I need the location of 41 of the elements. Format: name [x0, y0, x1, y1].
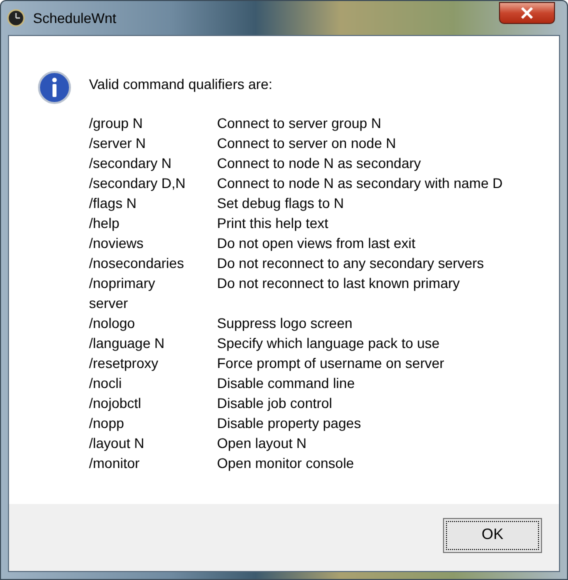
qualifier-description: Connect to node N as secondary [217, 154, 422, 173]
qualifier-text: /nojobctl [89, 394, 142, 413]
info-icon [38, 71, 71, 104]
qualifier-text: /group N [89, 114, 144, 133]
qualifier-text: /secondary N [89, 154, 172, 173]
ok-button[interactable]: OK [443, 518, 542, 553]
qualifier-description: Connect to node N as secondary with name D [217, 174, 503, 193]
qualifier-description: Open monitor console [217, 454, 355, 473]
qualifier-description: Do not open views from last exit [217, 234, 416, 253]
close-button[interactable] [499, 2, 555, 24]
qualifier-description: Set debug flags to N [217, 194, 345, 213]
qualifier-text: /server N [89, 134, 147, 153]
qualifier-text: /language N [89, 334, 166, 353]
qualifier-text: /layout N [89, 434, 146, 453]
qualifier-description: Print this help text [217, 214, 330, 233]
message-heading: Valid command qualifiers are: [89, 75, 274, 94]
qualifier-description: Do not reconnect to any secondary servers [217, 254, 485, 273]
qualifier-description: Force prompt of username on server [217, 354, 446, 373]
qualifier-text: /nologo [89, 314, 136, 333]
qualifier-text: /noviews [89, 234, 144, 253]
qualifier-description: Connect to server group N [217, 114, 382, 133]
qualifier-description: Specify which language pack to use [217, 334, 441, 353]
qualifier-text: /help [89, 214, 120, 233]
qualifier-text: /flags N [89, 194, 138, 213]
qualifier-text: /nosecondaries [89, 254, 185, 273]
app-icon [7, 9, 25, 27]
qualifier-description: Connect to server on node N [217, 134, 397, 153]
qualifier-description: Disable job control [217, 394, 334, 413]
qualifier-text: /secondary D,N [89, 174, 186, 193]
qualifier-text: /resetproxy [89, 354, 160, 373]
qualifier-text: /noprimary server [89, 274, 156, 313]
qualifier-text: /monitor [89, 454, 141, 473]
qualifier-description: Disable command line [217, 374, 356, 393]
qualifier-description: Disable property pages [217, 414, 362, 433]
qualifier-description: Suppress logo screen [217, 314, 354, 333]
qualifier-text: /nocli [89, 374, 123, 393]
close-icon [520, 7, 534, 19]
qualifier-text: /nopp [89, 414, 126, 433]
qualifier-description: Do not reconnect to last known primary [217, 274, 461, 293]
qualifier-description: Open layout N [217, 434, 308, 453]
window-title: ScheduleWnt [33, 8, 116, 28]
